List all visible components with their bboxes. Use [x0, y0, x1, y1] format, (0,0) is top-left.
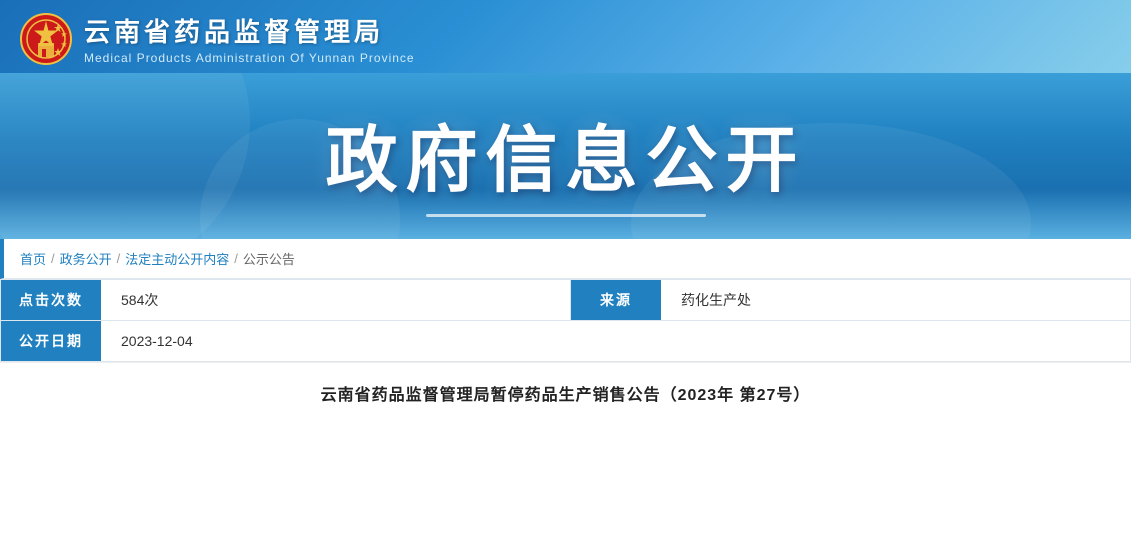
- page-header: 云南省药品监督管理局 Medical Products Administrati…: [0, 0, 1131, 73]
- breadcrumb: 首页 / 政务公开 / 法定主动公开内容 / 公示公告: [0, 239, 1131, 279]
- breadcrumb-sep-2: /: [117, 251, 121, 266]
- breadcrumb-zhengwu[interactable]: 政务公开: [60, 249, 112, 268]
- article-title: 云南省药品监督管理局暂停药品生产销售公告（2023年 第27号）: [40, 381, 1091, 405]
- source-value: 药化生产处: [661, 280, 1130, 320]
- meta-table: 点击次数 584次 来源 药化生产处 公开日期 2023-12-04: [0, 279, 1131, 362]
- views-value: 584次: [101, 280, 570, 320]
- banner-main-title: 政府信息公开: [0, 101, 1131, 206]
- date-label: 公开日期: [1, 321, 101, 361]
- banner-section: 政府信息公开: [0, 73, 1131, 239]
- org-name-en: Medical Products Administration Of Yunna…: [84, 51, 415, 65]
- breadcrumb-sep-3: /: [234, 251, 238, 266]
- banner-underline: [426, 214, 706, 217]
- views-label: 点击次数: [1, 280, 101, 320]
- org-name-cn: 云南省药品监督管理局: [84, 12, 415, 49]
- content-area: 首页 / 政务公开 / 法定主动公开内容 / 公示公告 点击次数 584次 来源…: [0, 239, 1131, 415]
- org-logo-icon: [20, 13, 72, 65]
- breadcrumb-home[interactable]: 首页: [20, 249, 46, 268]
- source-label: 来源: [571, 280, 661, 320]
- meta-row-date: 公开日期 2023-12-04: [1, 321, 1130, 361]
- breadcrumb-sep-1: /: [51, 251, 55, 266]
- date-value: 2023-12-04: [101, 321, 1130, 361]
- meta-row-views: 点击次数 584次 来源 药化生产处: [1, 280, 1130, 321]
- breadcrumb-fading[interactable]: 法定主动公开内容: [125, 249, 229, 268]
- breadcrumb-current: 公示公告: [243, 249, 295, 268]
- article-title-section: 云南省药品监督管理局暂停药品生产销售公告（2023年 第27号）: [0, 362, 1131, 415]
